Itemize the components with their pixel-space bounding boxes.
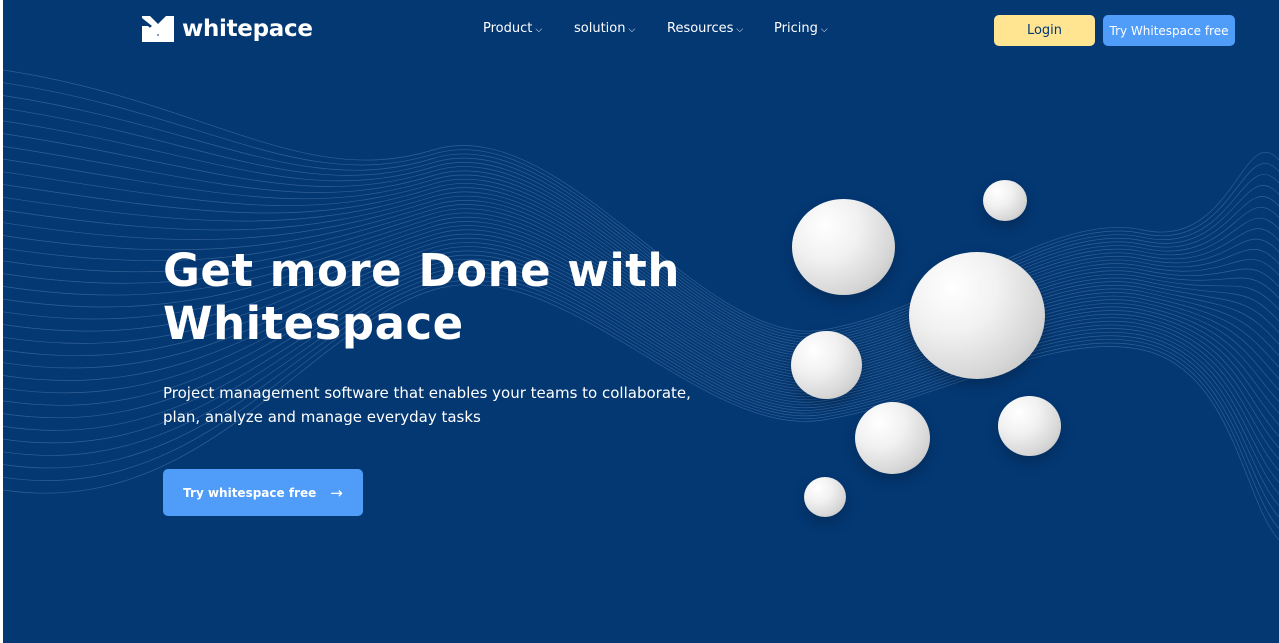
chevron-down-icon: ⌵	[535, 24, 543, 35]
nav-item-solution[interactable]: solution ⌵	[574, 21, 667, 36]
decorative-sphere	[983, 180, 1027, 221]
hero-subtitle: Project management software that enables…	[163, 381, 703, 429]
arrow-right-icon: →	[330, 483, 343, 502]
main-menu: Product ⌵ solution ⌵ Resources ⌵ Pricing…	[483, 21, 844, 36]
nav-item-label: Product	[483, 21, 533, 36]
decorative-sphere	[855, 402, 930, 474]
decorative-sphere	[804, 477, 846, 517]
hero-subtitle-line-1: Project management software that enables…	[163, 384, 691, 402]
nav-item-pricing[interactable]: Pricing ⌵	[774, 21, 844, 36]
nav-item-label: Pricing	[774, 21, 818, 36]
nav-item-resources[interactable]: Resources ⌵	[667, 21, 774, 36]
try-free-nav-button[interactable]: Try Whitespace free	[1103, 15, 1235, 46]
hero-cta-label: Try whitespace free	[183, 485, 317, 500]
try-free-hero-button[interactable]: Try whitespace free →	[163, 469, 363, 516]
brand-logo[interactable]: whitepace	[142, 16, 313, 42]
decorative-sphere	[998, 396, 1061, 456]
chevron-down-icon: ⌵	[736, 24, 744, 35]
hero-title: Get more Done with Whitespace	[163, 244, 723, 350]
nav-item-label: Resources	[667, 21, 734, 36]
chevron-down-icon: ⌵	[628, 24, 636, 35]
top-navigation: whitepace Product ⌵ solution ⌵ Resources…	[3, 0, 1279, 62]
landing-page: whitepace Product ⌵ solution ⌵ Resources…	[3, 0, 1279, 643]
nav-item-product[interactable]: Product ⌵	[483, 21, 574, 36]
decorative-sphere	[792, 199, 895, 295]
decorative-sphere	[909, 252, 1045, 379]
chevron-down-icon: ⌵	[820, 24, 828, 35]
decorative-sphere	[791, 331, 862, 399]
logo-mark-icon	[142, 16, 174, 42]
hero-title-line-1: Get more Done with	[163, 244, 680, 297]
hero-subtitle-line-2: plan, analyze and manage everyday tasks	[163, 408, 481, 426]
brand-name: whitepace	[182, 16, 313, 42]
nav-item-label: solution	[574, 21, 626, 36]
login-button[interactable]: Login	[994, 15, 1095, 46]
hero-title-line-2: Whitespace	[163, 297, 464, 350]
